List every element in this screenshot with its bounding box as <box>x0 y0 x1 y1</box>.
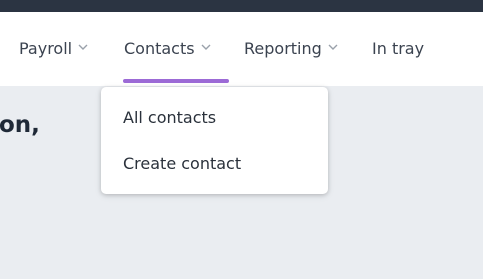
chevron-down-icon <box>78 42 88 52</box>
nav-item-label: Payroll <box>19 38 73 58</box>
nav-item-label: In tray <box>372 38 425 58</box>
nav-item-label: Reporting <box>244 38 322 58</box>
menu-item-create-contact[interactable]: Create contact <box>123 154 241 173</box>
active-tab-indicator <box>123 79 229 83</box>
nav-item-payroll[interactable]: Payroll <box>19 38 88 58</box>
menu-item-all-contacts[interactable]: All contacts <box>123 108 216 127</box>
top-header-bar <box>0 0 483 12</box>
greeting-heading: on, <box>0 112 40 138</box>
nav-item-label: Contacts <box>124 38 195 58</box>
chevron-down-icon <box>328 42 338 52</box>
nav-item-in-tray[interactable]: In tray <box>372 38 424 58</box>
main-navigation: Payroll Contacts Reporting In tray <box>0 12 483 86</box>
contacts-dropdown-menu: All contacts Create contact <box>101 87 328 194</box>
nav-item-contacts[interactable]: Contacts <box>124 38 211 58</box>
chevron-down-icon <box>201 42 211 52</box>
nav-item-reporting[interactable]: Reporting <box>244 38 338 58</box>
